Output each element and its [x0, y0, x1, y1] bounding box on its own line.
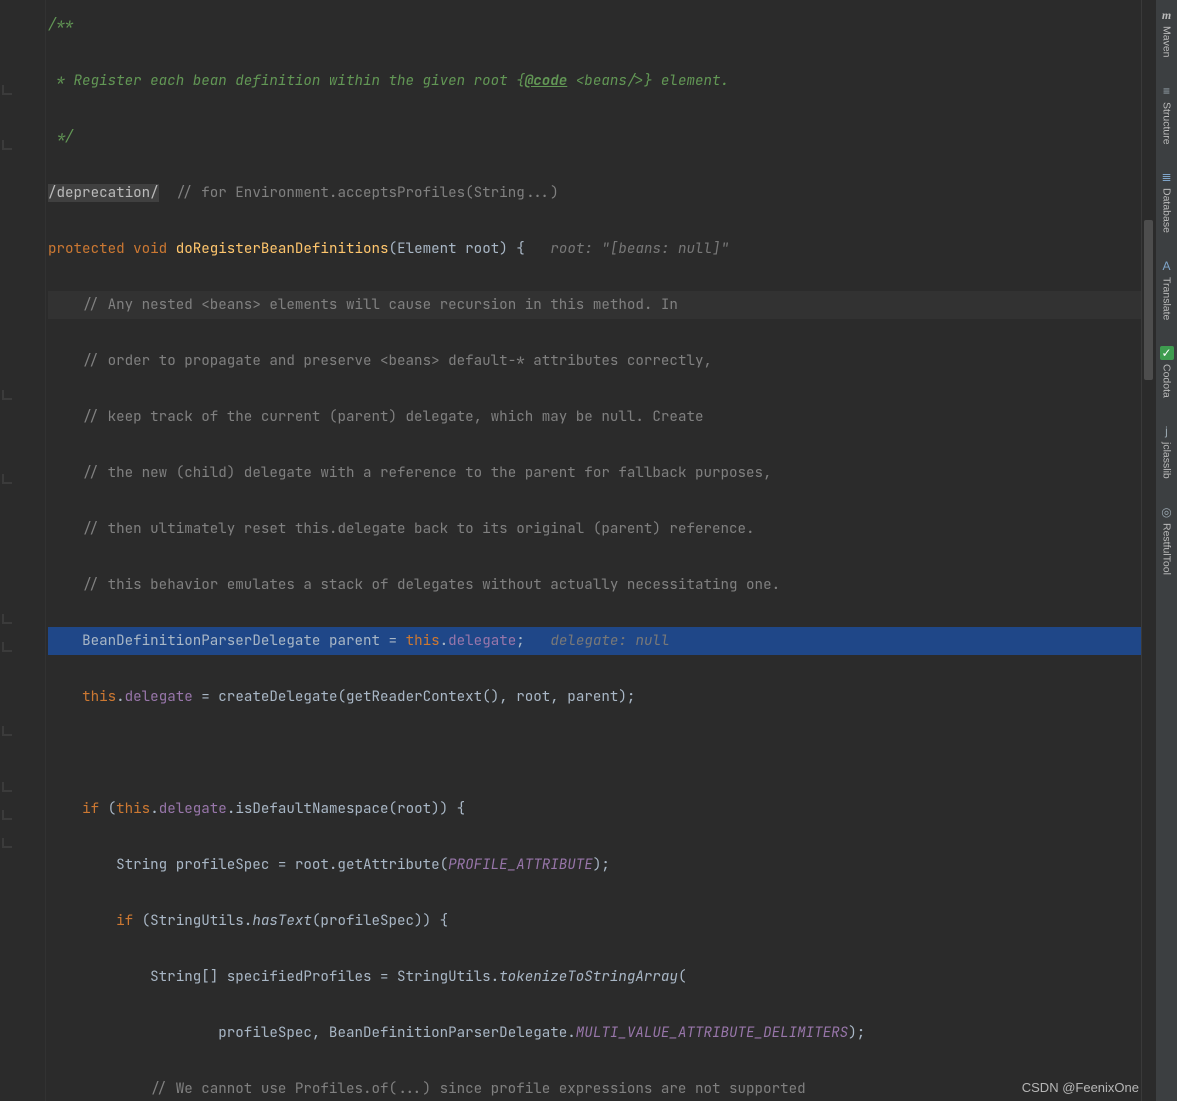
tool-translate[interactable]: ATranslate: [1158, 255, 1176, 324]
editor-root: /** * Register each bean definition with…: [0, 0, 1177, 1101]
scroll-thumb[interactable]: [1144, 220, 1153, 380]
translate-icon: A: [1160, 259, 1174, 273]
tool-restfultool[interactable]: ◎RestfulTool: [1158, 501, 1176, 579]
jclasslib-icon: j: [1160, 424, 1174, 438]
gutter: [0, 0, 46, 1101]
database-icon: ≣: [1160, 170, 1174, 184]
code-area[interactable]: /** * Register each bean definition with…: [46, 0, 1141, 1101]
codota-icon: ✓: [1160, 346, 1174, 360]
deprecation-annotation: /deprecation/: [48, 184, 159, 202]
tool-database[interactable]: ≣Database: [1158, 166, 1176, 237]
tool-structure[interactable]: ≡Structure: [1158, 80, 1176, 149]
tool-sidebar: mMaven ≡Structure ≣Database ATranslate ✓…: [1155, 0, 1177, 1101]
tool-maven[interactable]: mMaven: [1158, 4, 1176, 62]
fold-marks: [0, 0, 45, 1101]
execution-line: BeanDefinitionParserDelegate parent = th…: [48, 627, 1141, 655]
maven-icon: m: [1160, 8, 1174, 22]
restfultool-icon: ◎: [1160, 505, 1174, 519]
tool-jclasslib[interactable]: jjclasslib: [1158, 420, 1176, 483]
code[interactable]: /** * Register each bean definition with…: [46, 0, 1141, 1101]
tool-codota[interactable]: ✓Codota: [1158, 342, 1176, 402]
scrollbar[interactable]: [1141, 0, 1155, 1101]
structure-icon: ≡: [1160, 84, 1174, 98]
